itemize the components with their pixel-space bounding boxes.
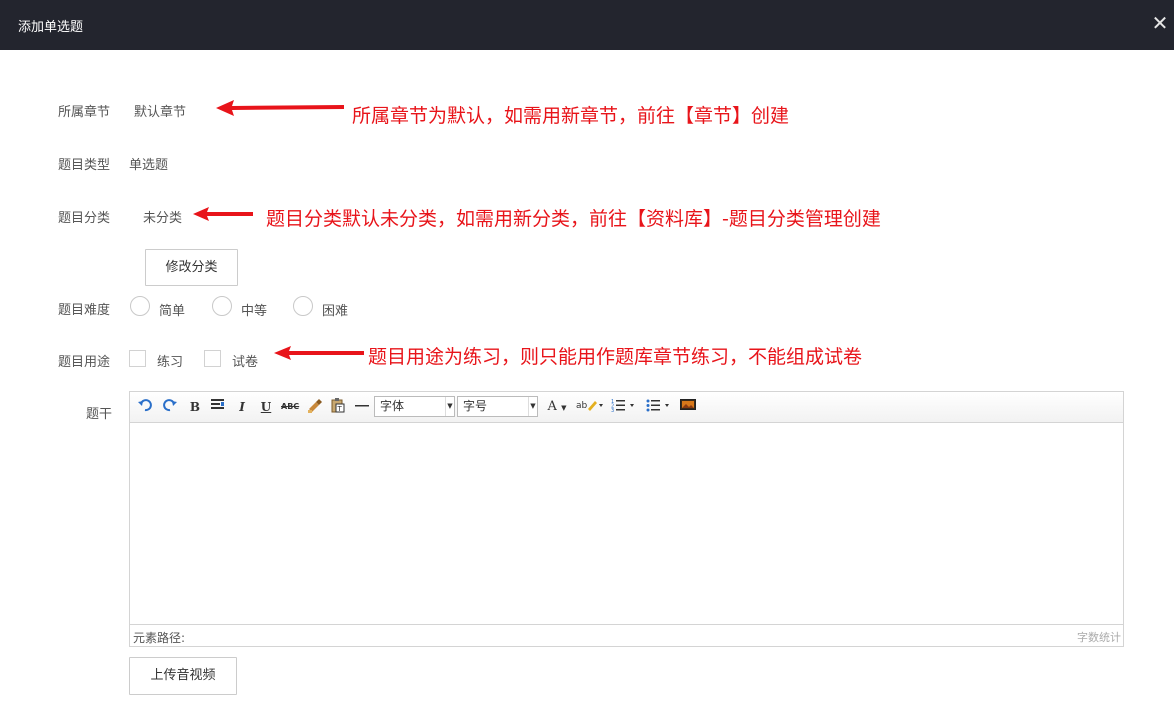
annotation-arrow-category (193, 207, 253, 221)
svg-text:T: T (337, 405, 343, 413)
annotation-usage: 题目用途为练习，则只能用作题库章节练习，不能组成试卷 (368, 346, 863, 368)
upload-media-button[interactable]: 上传音视频 (129, 657, 237, 695)
chevron-down-icon: ▼ (528, 397, 537, 416)
chapter-label: 所属章节 (58, 105, 111, 120)
dialog-title: 添加单选题 (18, 20, 84, 35)
dialog-title-bar: 添加单选题 ✕ (0, 0, 1174, 50)
category-label: 题目分类 (58, 211, 111, 226)
chapter-value: 默认章节 (134, 105, 187, 120)
difficulty-hard-label: 困难 (322, 304, 349, 319)
type-value: 单选题 (129, 158, 169, 173)
format-painter-icon[interactable] (307, 398, 323, 416)
annotation-arrow-chapter (216, 100, 344, 116)
bold-icon[interactable]: B (188, 398, 202, 416)
chevron-down-icon: ▼ (445, 397, 454, 416)
modify-category-button[interactable]: 修改分类 (145, 249, 238, 286)
editor-toolbar: B I U ABC T 字体 ▼ 字号 ▼ A ▼ ab 123 (130, 392, 1123, 423)
font-size-select[interactable]: 字号 ▼ (457, 396, 538, 417)
usage-exam-label: 试卷 (232, 355, 259, 370)
font-family-select-value: 字体 (380, 399, 405, 413)
unordered-list-icon[interactable] (646, 398, 674, 416)
usage-exam-checkbox[interactable] (204, 350, 221, 367)
font-size-select-value: 字号 (463, 399, 488, 413)
close-icon[interactable]: ✕ (1150, 13, 1170, 33)
editor-status-bar: 元素路径: 字数统计 (130, 624, 1123, 646)
font-family-select[interactable]: 字体 ▼ (374, 396, 455, 417)
difficulty-hard-radio[interactable] (293, 296, 313, 316)
usage-practice-label: 练习 (157, 355, 184, 370)
svg-text:ab: ab (576, 401, 588, 411)
redo-icon[interactable] (163, 398, 177, 416)
svg-text:3: 3 (611, 408, 614, 412)
paste-text-icon[interactable]: T (331, 398, 345, 416)
difficulty-medium-radio[interactable] (212, 296, 232, 316)
difficulty-label: 题目难度 (58, 303, 111, 318)
italic-icon[interactable]: I (235, 398, 249, 416)
annotation-category: 题目分类默认未分类，如需用新分类，前往【资料库】-题目分类管理创建 (266, 208, 881, 230)
element-path-label: 元素路径: (133, 631, 186, 645)
font-color-icon[interactable]: A ▼ (545, 398, 569, 416)
rich-text-editor: B I U ABC T 字体 ▼ 字号 ▼ A ▼ ab 123 元素路径: 字… (129, 391, 1124, 647)
usage-label: 题目用途 (58, 355, 111, 370)
category-value: 未分类 (143, 211, 183, 226)
editor-content-area[interactable] (130, 424, 1123, 624)
difficulty-easy-radio[interactable] (130, 296, 150, 316)
stem-label: 题干 (86, 407, 113, 422)
strikethrough-icon[interactable]: ABC (281, 398, 299, 416)
image-icon[interactable] (680, 398, 696, 416)
align-icon[interactable] (210, 398, 224, 416)
highlight-icon[interactable]: ab (576, 398, 604, 416)
usage-practice-checkbox[interactable] (129, 350, 146, 367)
horizontal-rule-icon[interactable] (355, 398, 369, 416)
difficulty-easy-label: 简单 (159, 304, 186, 319)
word-count-label: 字数统计 (1077, 631, 1121, 644)
difficulty-medium-label: 中等 (241, 304, 268, 319)
ordered-list-icon[interactable]: 123 (611, 398, 639, 416)
underline-icon[interactable]: U (259, 398, 273, 416)
type-label: 题目类型 (58, 158, 111, 173)
undo-icon[interactable] (138, 398, 152, 416)
annotation-arrow-usage (274, 346, 364, 360)
annotation-chapter: 所属章节为默认，如需用新章节，前往【章节】创建 (352, 105, 790, 127)
